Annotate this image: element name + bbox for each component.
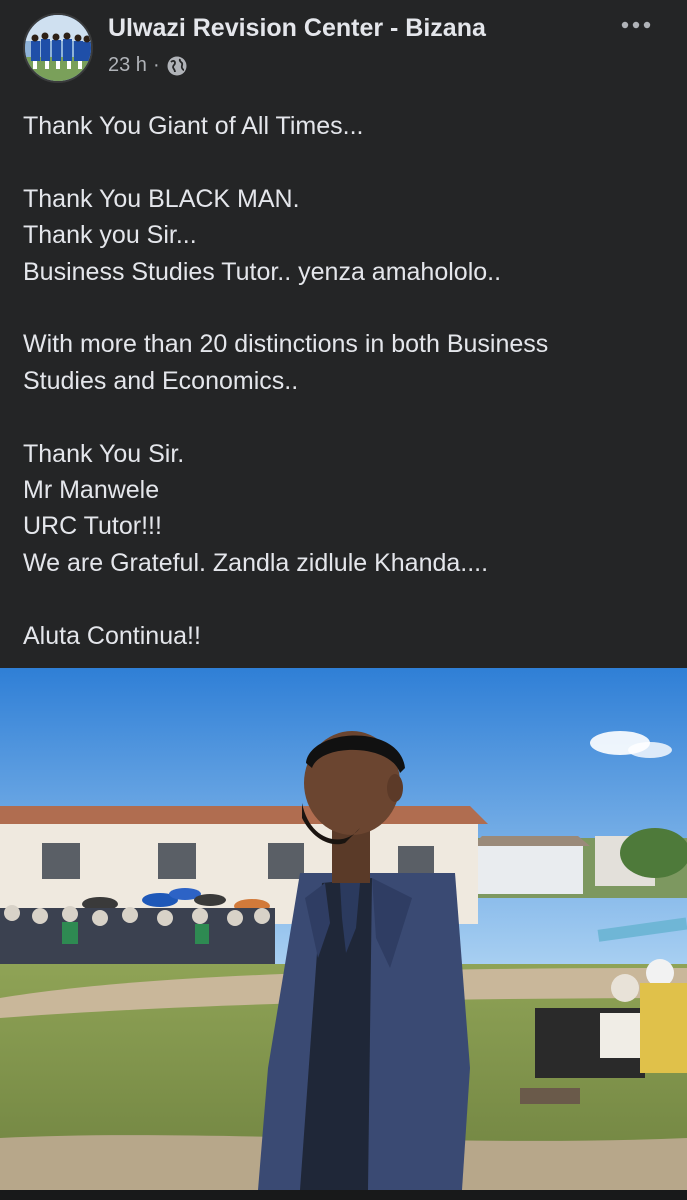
post-line: We are Grateful. Zandla zidlule Khanda..… — [23, 548, 489, 577]
post-line: With more than 20 distinctions in both B… — [23, 330, 549, 359]
globe-icon — [166, 55, 188, 77]
page-name[interactable]: Ulwazi Revision Center - Bizana — [108, 14, 486, 43]
post-line-gap — [23, 290, 663, 326]
post-line-gap — [23, 144, 663, 180]
meta-separator: · — [152, 54, 160, 76]
post-line: Thank You BLACK MAN. — [23, 184, 300, 213]
more-options-icon[interactable] — [617, 12, 655, 38]
post-line: Thank You Sir. — [23, 439, 185, 468]
post-line: Thank You Giant of All Times... — [23, 112, 364, 140]
post-line: Business Studies Tutor.. yenza amahololo… — [23, 257, 502, 286]
post-meta: 23 h · — [108, 54, 188, 77]
post-text: Thank You Giant of All Times... Thank Yo… — [23, 108, 663, 654]
post-line-gap — [23, 399, 663, 435]
post-line-gap — [23, 581, 663, 617]
post-line: Thank you Sir... — [23, 221, 197, 250]
post-line: Mr Manwele — [23, 476, 160, 505]
post-header: Ulwazi Revision Center - Bizana 23 h · — [0, 0, 687, 96]
page-avatar[interactable] — [23, 13, 93, 83]
post-line: Studies and Economics.. — [23, 366, 299, 395]
avatar-image — [25, 15, 91, 81]
photo-image — [0, 668, 687, 1190]
post-line: URC Tutor!!! — [23, 512, 162, 541]
post-line: Aluta Continua!! — [23, 621, 201, 650]
post-photo[interactable] — [0, 668, 687, 1190]
post-time[interactable]: 23 h — [108, 54, 147, 77]
bottom-bar — [0, 1190, 687, 1200]
